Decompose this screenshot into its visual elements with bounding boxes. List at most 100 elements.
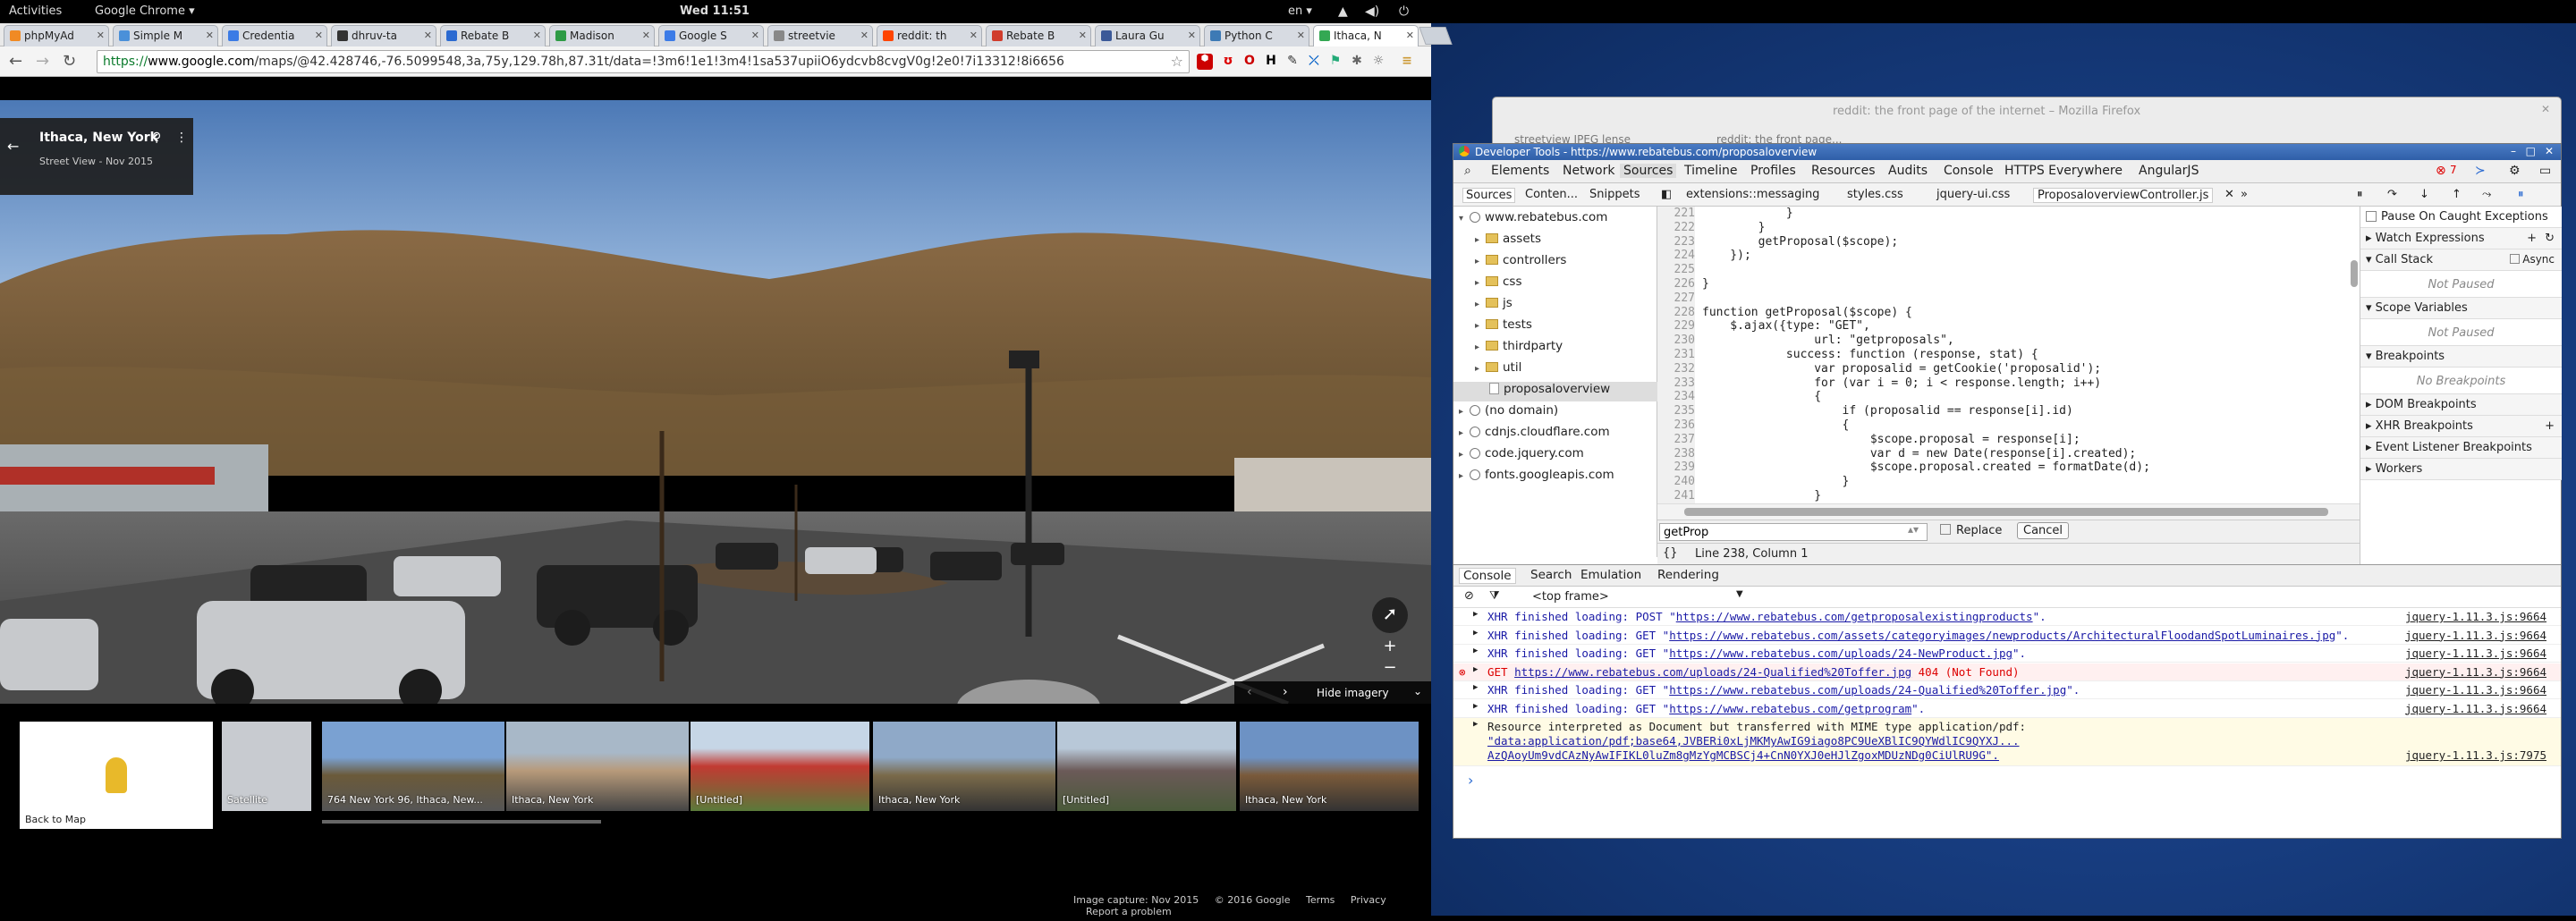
tab-elements[interactable]: Elements <box>1491 164 1549 178</box>
close-icon[interactable]: ✕ <box>1188 30 1196 41</box>
privacy-link[interactable]: Privacy <box>1351 894 1386 906</box>
expand-arrow-icon[interactable]: ▶ <box>1473 720 1478 729</box>
tree-node[interactable]: ▸ controllers <box>1475 253 1566 273</box>
clear-console-icon[interactable]: ⊘ <box>1464 589 1474 603</box>
back-arrow-icon[interactable]: ← <box>7 138 19 155</box>
address-bar[interactable]: https://www.google.com/maps/@42.428746,-… <box>97 50 1190 73</box>
scrollbar-thumb[interactable] <box>1684 508 2328 516</box>
expand-closed-icon[interactable]: ▸ <box>1475 300 1486 309</box>
back-to-map-tile[interactable]: Back to Map <box>20 722 213 829</box>
next-image-icon[interactable]: › <box>1283 685 1288 699</box>
thumbnail-image[interactable]: [Untitled] <box>691 722 869 811</box>
vertical-scrollbar-thumb[interactable] <box>2351 260 2358 287</box>
filmstrip-scrollbar[interactable] <box>322 820 601 824</box>
step-over-icon[interactable]: ↷ <box>2387 188 2397 201</box>
horizontal-scrollbar[interactable] <box>1657 503 2360 520</box>
ublock-icon[interactable]: ʊ <box>1220 54 1236 70</box>
menu-icon[interactable]: ≡ <box>1399 54 1415 70</box>
tree-file[interactable]: proposaloverview <box>1453 382 1657 401</box>
map-pin-icon[interactable]: ⚲ <box>152 131 161 145</box>
thumbnail-image[interactable]: Ithaca, New York <box>1240 722 1419 811</box>
xhr-breakpoints-header[interactable]: ▸ XHR Breakpoints + <box>2360 416 2562 437</box>
tab-search[interactable]: Search <box>1530 568 1572 582</box>
close-icon[interactable]: ✕ <box>642 30 650 41</box>
expand-arrow-icon[interactable]: ▶ <box>1473 646 1478 655</box>
more-vert-icon[interactable]: ⋮ <box>175 131 188 145</box>
angular-extension-icon[interactable]: ⤫ <box>1306 54 1322 70</box>
close-icon[interactable]: ✕ <box>1406 30 1414 41</box>
close-icon[interactable]: ✕ <box>751 30 759 41</box>
warning-data-url[interactable]: "data:application/pdf;base64,JVBERi0xLjM… <box>1487 734 2020 748</box>
deactivate-breakpoints-icon[interactable]: ⤳ <box>2482 188 2491 201</box>
line-number[interactable]: 229 <box>1657 319 1695 334</box>
expand-closed-icon[interactable]: ▸ <box>1475 342 1486 352</box>
terms-link[interactable]: Terms <box>1306 894 1335 906</box>
line-number[interactable]: 231 <box>1657 348 1695 362</box>
message-url[interactable]: https://www.rebatebus.com/uploads/24-Qua… <box>1514 665 1911 679</box>
tab-console[interactable]: Console <box>1459 568 1516 584</box>
minimize-icon[interactable]: – <box>2511 145 2516 157</box>
app-menu[interactable]: Google Chrome ▾ <box>95 4 195 18</box>
tree-node[interactable]: ▸ css <box>1475 275 1522 294</box>
console-message[interactable]: ▶ XHR finished loading: GET "https://www.… <box>1453 627 2561 645</box>
close-icon[interactable]: ✕ <box>970 30 978 41</box>
tree-node[interactable]: ▸ js <box>1475 296 1513 316</box>
code-editor[interactable]: 221 } 222 } 223 getProposal($scope); 224 })… <box>1657 207 2360 503</box>
settings-extension-icon[interactable]: ✱ <box>1349 54 1365 70</box>
chevron-down-icon[interactable]: ▼ <box>1736 589 1743 599</box>
close-icon[interactable]: ✕ <box>206 30 214 41</box>
street-view-viewport[interactable]: ← Ithaca, New York Street View - Nov 201… <box>0 100 1431 921</box>
browser-tab[interactable]: streetvie ✕ <box>767 25 873 46</box>
compass-icon[interactable]: ➚ <box>1372 597 1408 633</box>
expand-closed-icon[interactable]: ▸ <box>1475 257 1486 266</box>
pause-icon[interactable]: ⏸ <box>2357 188 2363 201</box>
expand-closed-icon[interactable]: ▸ <box>1459 471 1470 481</box>
browser-tab[interactable]: Google S ✕ <box>658 25 764 46</box>
zoom-in-button[interactable]: + <box>1379 637 1401 656</box>
zoom-out-button[interactable]: − <box>1379 658 1401 678</box>
street-view-image[interactable]: ← Ithaca, New York Street View - Nov 201… <box>0 100 1431 704</box>
dock-icon[interactable]: ▭ <box>2539 164 2551 178</box>
line-number[interactable]: 236 <box>1657 418 1695 433</box>
close-icon[interactable]: ✕ <box>97 30 105 41</box>
power-icon[interactable]: ⏻ <box>1399 4 1409 19</box>
close-icon[interactable]: ✕ <box>2224 188 2234 201</box>
tab-timeline[interactable]: Timeline <box>1684 164 1738 178</box>
line-number[interactable]: 227 <box>1657 291 1695 306</box>
tab-resources[interactable]: Resources <box>1811 164 1876 178</box>
breakpoints-header[interactable]: ▾ Breakpoints <box>2360 346 2562 368</box>
close-icon[interactable]: ✕ <box>1079 30 1087 41</box>
line-number[interactable]: 223 <box>1657 234 1695 249</box>
expand-closed-icon[interactable]: ▸ <box>1475 235 1486 245</box>
browser-tab[interactable]: phpMyAd ✕ <box>4 25 109 46</box>
expand-open-icon[interactable]: ▾ <box>1459 214 1470 224</box>
browser-tab[interactable]: Madison ✕ <box>549 25 655 46</box>
firefox-window[interactable]: reddit: the front page of the internet –… <box>1492 97 2562 150</box>
tab-snippets[interactable]: Snippets <box>1589 188 1640 201</box>
source-link[interactable]: jquery-1.11.3.js:9664 <box>2405 665 2546 679</box>
line-number[interactable]: 232 <box>1657 361 1695 376</box>
volume-icon[interactable]: ◀) <box>1365 4 1379 19</box>
replace-checkbox[interactable] <box>1940 524 1951 535</box>
thumbnail-image[interactable]: Ithaca, New York <box>873 722 1055 811</box>
tab-emulation[interactable]: Emulation <box>1580 568 1641 582</box>
tab-sources[interactable]: Sources <box>1620 164 1677 178</box>
tab-network[interactable]: Network <box>1563 164 1614 178</box>
source-link[interactable]: jquery-1.11.3.js:9664 <box>2405 702 2546 715</box>
error-icon[interactable]: ⊗ <box>2436 164 2446 178</box>
pause-exceptions-icon[interactable]: ⏸ <box>2518 188 2524 201</box>
error-count[interactable]: 7 <box>2450 164 2457 176</box>
dom-breakpoints-header[interactable]: ▸ DOM Breakpoints <box>2360 394 2562 416</box>
tab-content-scripts[interactable]: Conten... <box>1525 188 1578 201</box>
source-link[interactable]: jquery-1.11.3.js:9664 <box>2405 646 2546 660</box>
thumbnail-image[interactable]: [Untitled] <box>1057 722 1236 811</box>
maximize-icon[interactable]: □ <box>2526 145 2536 157</box>
back-icon[interactable]: ← <box>9 52 22 71</box>
find-input[interactable] <box>1659 523 1928 541</box>
close-icon[interactable]: ✕ <box>2545 145 2554 157</box>
message-url[interactable]: https://www.rebatebus.com/assets/categor… <box>1669 629 2335 642</box>
message-url[interactable]: https://www.rebatebus.com/uploads/24-Qua… <box>1669 683 2066 697</box>
line-number[interactable]: 233 <box>1657 376 1695 391</box>
scope-variables-header[interactable]: ▾ Scope Variables <box>2360 298 2562 319</box>
tree-node[interactable]: ▸ thirdparty <box>1475 339 1563 359</box>
